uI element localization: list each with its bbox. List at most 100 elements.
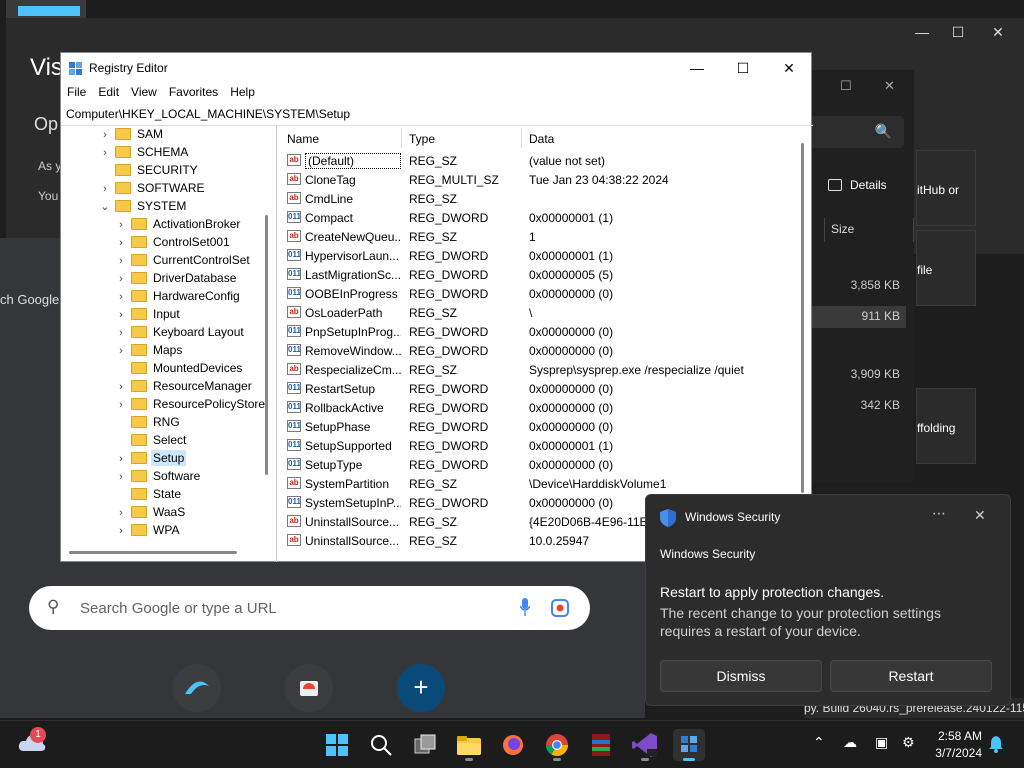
value-row[interactable]: 011 Compact REG_DWORD 0x00000001 (1) bbox=[281, 209, 801, 228]
chevron-right-icon[interactable]: › bbox=[115, 525, 127, 537]
value-row[interactable]: 011 SetupSupported REG_DWORD 0x00000001 (1) bbox=[281, 437, 801, 456]
chevron-right-icon[interactable]: › bbox=[115, 273, 127, 285]
tree-node[interactable]: RNG bbox=[115, 415, 182, 433]
chevron-down-icon[interactable]: ⌄ bbox=[99, 200, 111, 213]
chevron-right-icon[interactable]: › bbox=[115, 345, 127, 357]
tree-node[interactable]: › Keyboard Layout bbox=[115, 325, 246, 343]
value-row[interactable]: 011 PnpSetupInProg... REG_DWORD 0x00000000 … bbox=[281, 323, 801, 342]
chevron-right-icon[interactable]: › bbox=[115, 237, 127, 249]
value-row[interactable]: ab CmdLine REG_SZ bbox=[281, 190, 801, 209]
taskbar-app[interactable] bbox=[673, 729, 705, 761]
tree-node[interactable]: › ActivationBroker bbox=[115, 217, 242, 235]
column-type-header[interactable]: Type bbox=[403, 128, 441, 150]
tree-node[interactable]: › ControlSet001 bbox=[115, 235, 232, 253]
notification-bell-icon[interactable] bbox=[988, 735, 1004, 753]
close-icon[interactable]: ✕ bbox=[884, 78, 895, 94]
background-card[interactable]: file bbox=[916, 230, 976, 306]
maximize-button[interactable]: ☐ bbox=[723, 57, 763, 79]
add-shortcut-button[interactable]: + bbox=[397, 664, 445, 712]
chevron-right-icon[interactable]: › bbox=[99, 183, 111, 195]
value-row[interactable]: ab RespecializeCm... REG_SZ Sysprep\sysprep… bbox=[281, 361, 801, 380]
column-separator[interactable] bbox=[401, 128, 402, 148]
shortcut-tile[interactable] bbox=[285, 664, 333, 712]
taskbar-app[interactable] bbox=[541, 729, 573, 761]
tree-node[interactable]: › ResourcePolicyStore bbox=[115, 397, 267, 415]
column-separator[interactable] bbox=[521, 128, 522, 148]
value-row[interactable]: ab OsLoaderPath REG_SZ \ bbox=[281, 304, 801, 323]
focus-icon[interactable]: ⚙ bbox=[902, 734, 915, 751]
value-row[interactable]: 011 SetupType REG_DWORD 0x00000000 (0) bbox=[281, 456, 801, 475]
more-options-icon[interactable]: ⋯ bbox=[932, 505, 946, 522]
value-row[interactable]: ab CloneTag REG_MULTI_SZ Tue Jan 23 04:38:2… bbox=[281, 171, 801, 190]
tree-horizontal-scrollbar[interactable] bbox=[69, 551, 237, 554]
value-row[interactable]: ab SystemPartition REG_SZ \Device\HarddiskV… bbox=[281, 475, 801, 494]
title-bar[interactable]: Registry Editor — ☐ ✕ bbox=[61, 53, 811, 83]
value-row[interactable]: ab CreateNewQueu... REG_SZ 1 bbox=[281, 228, 801, 247]
background-card[interactable]: ffolding bbox=[916, 388, 976, 464]
clock-date[interactable]: 3/7/2024 bbox=[932, 746, 982, 760]
menu-help[interactable]: Help bbox=[224, 83, 261, 101]
shortcut-tile[interactable] bbox=[173, 664, 221, 712]
tree-node[interactable]: ⌄ SYSTEM bbox=[99, 199, 188, 217]
microphone-icon[interactable] bbox=[520, 598, 530, 616]
menu-edit[interactable]: Edit bbox=[92, 83, 125, 101]
tree-node[interactable]: MountedDevices bbox=[115, 361, 244, 379]
minimize-button[interactable]: — bbox=[677, 57, 717, 79]
value-row[interactable]: ab (Default) REG_SZ (value not set) bbox=[281, 152, 801, 171]
display-icon[interactable]: ▣ bbox=[875, 734, 888, 751]
explorer-search-box[interactable]: 🔍 bbox=[810, 116, 904, 148]
clock-time[interactable]: 2:58 AM bbox=[932, 729, 982, 743]
search-button[interactable] bbox=[365, 729, 397, 761]
value-row[interactable]: 011 RemoveWindow... REG_DWORD 0x00000000 (0… bbox=[281, 342, 801, 361]
tree-node[interactable]: Select bbox=[115, 433, 188, 451]
chevron-right-icon[interactable]: › bbox=[115, 453, 127, 465]
maximize-icon[interactable]: ☐ bbox=[948, 24, 968, 41]
column-data-header[interactable]: Data bbox=[523, 128, 560, 150]
background-card[interactable]: itHub or bbox=[916, 150, 976, 226]
value-row[interactable]: 011 LastMigrationSc... REG_DWORD 0x00000005… bbox=[281, 266, 801, 285]
taskbar-app[interactable] bbox=[629, 729, 661, 761]
task-view-button[interactable] bbox=[409, 729, 441, 761]
details-button[interactable]: Details bbox=[828, 178, 887, 192]
minimize-icon[interactable]: — bbox=[912, 24, 932, 40]
tree-node[interactable]: SECURITY bbox=[99, 163, 200, 181]
google-lens-icon[interactable] bbox=[550, 598, 570, 618]
restart-button[interactable]: Restart bbox=[830, 660, 992, 692]
chevron-right-icon[interactable]: › bbox=[115, 399, 127, 411]
chrome-omnibox[interactable]: ⚲ Search Google or type a URL bbox=[29, 586, 590, 630]
tree-node[interactable]: › HardwareConfig bbox=[115, 289, 242, 307]
tree-node[interactable]: › SOFTWARE bbox=[99, 181, 207, 199]
tree-node[interactable]: › Setup bbox=[115, 450, 187, 469]
chevron-right-icon[interactable]: › bbox=[115, 291, 127, 303]
column-name-header[interactable]: Name bbox=[281, 128, 325, 150]
chevron-right-icon[interactable]: › bbox=[115, 471, 127, 483]
value-row[interactable]: 011 HypervisorLaun... REG_DWORD 0x00000001 … bbox=[281, 247, 801, 266]
chevron-up-icon[interactable]: ⌃ bbox=[813, 734, 825, 751]
start-button[interactable] bbox=[321, 729, 353, 761]
tree-node[interactable]: › ResourceManager bbox=[115, 379, 254, 397]
size-column-header[interactable]: Size bbox=[824, 218, 914, 242]
dismiss-button[interactable]: Dismiss bbox=[660, 660, 822, 692]
chevron-right-icon[interactable]: › bbox=[99, 129, 111, 141]
tree-node[interactable]: State bbox=[115, 487, 183, 505]
tree-node[interactable]: › CurrentControlSet bbox=[115, 253, 252, 271]
tree-vertical-scrollbar[interactable] bbox=[265, 215, 268, 475]
chevron-right-icon[interactable]: › bbox=[115, 309, 127, 321]
chevron-right-icon[interactable]: › bbox=[115, 255, 127, 267]
chevron-right-icon[interactable]: › bbox=[115, 219, 127, 231]
tree-node[interactable]: › DriverDatabase bbox=[115, 271, 238, 289]
value-row[interactable]: 011 SetupPhase REG_DWORD 0x00000000 (0) bbox=[281, 418, 801, 437]
values-vertical-scrollbar[interactable] bbox=[801, 143, 804, 493]
taskbar-app[interactable] bbox=[453, 729, 485, 761]
chevron-right-icon[interactable]: › bbox=[115, 507, 127, 519]
close-icon[interactable]: ✕ bbox=[974, 507, 986, 524]
network-off-icon[interactable]: ☁ bbox=[843, 734, 857, 751]
menu-favorites[interactable]: Favorites bbox=[163, 83, 224, 101]
menu-view[interactable]: View bbox=[125, 83, 163, 101]
menu-file[interactable]: File bbox=[61, 83, 92, 101]
tree-node[interactable]: › Input bbox=[115, 307, 182, 325]
tree-node[interactable]: › Maps bbox=[115, 343, 184, 361]
close-icon[interactable]: ✕ bbox=[988, 24, 1008, 41]
tree-node[interactable]: › Software bbox=[115, 469, 202, 487]
tree-node[interactable]: › WPA bbox=[115, 523, 181, 541]
